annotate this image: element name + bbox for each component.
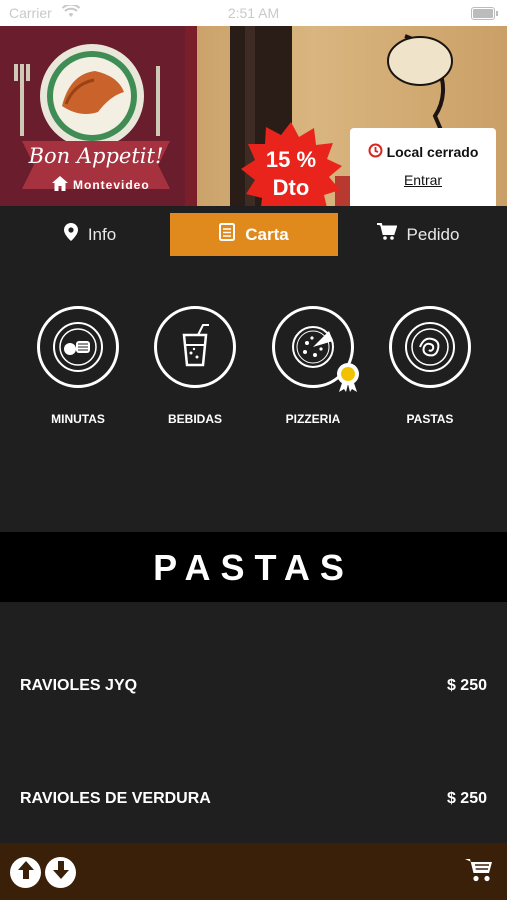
status-bar: Carrier 2:51 AM: [0, 0, 507, 26]
tab-bar: Info Carta Pedido: [0, 206, 507, 262]
scroll-down-button[interactable]: [45, 857, 76, 888]
home-icon: [52, 176, 68, 194]
tab-carta[interactable]: Carta: [170, 213, 338, 256]
location-row: Montevideo: [52, 176, 150, 194]
cart-icon: [376, 223, 397, 246]
battery-icon: [471, 7, 498, 20]
award-badge-icon: [335, 362, 361, 397]
menu-item-price: $ 250: [446, 790, 487, 807]
menu-list-icon: [219, 223, 236, 246]
cart-icon: [465, 859, 493, 887]
tab-info-label: Info: [87, 224, 117, 244]
category-bebidas-label: BEBIDAS: [167, 412, 222, 426]
menu-item-name: RAVIOLES DE VERDURA: [20, 790, 211, 807]
clock-icon: [368, 143, 383, 161]
tab-info[interactable]: Info: [12, 213, 168, 256]
arrow-up-icon: [17, 860, 35, 885]
section-header: PASTAS: [0, 532, 507, 602]
section-title: PASTAS: [153, 547, 354, 588]
category-pizzeria-label: PIZZERIA: [285, 412, 341, 426]
store-status: Local cerrado: [350, 143, 496, 161]
store-status-card: Local cerrado Entrar: [350, 128, 496, 206]
category-list: MINUTAS BEBIDAS PIZZERIA PASTAS: [0, 300, 507, 440]
discount-percent: 15 %: [265, 147, 317, 172]
pasta-bowl-icon: [389, 306, 471, 388]
drink-glass-icon: [154, 306, 236, 388]
header-banner: Bon Appetit! Montevideo 15 % Dto Local ce…: [0, 26, 507, 206]
scroll-up-button[interactable]: [10, 857, 41, 888]
arrow-down-icon: [52, 860, 70, 885]
store-status-text: Local cerrado: [386, 144, 479, 160]
menu-item-price: $ 250: [446, 677, 487, 694]
menu-item[interactable]: RAVIOLES DE VERDURA $ 250: [0, 785, 507, 815]
category-minutas[interactable]: MINUTAS: [23, 300, 133, 426]
brand-name: Bon Appetit!: [28, 144, 164, 168]
plate-food-icon: [37, 306, 119, 388]
discount-badge: 15 % Dto: [238, 122, 344, 206]
cart-button[interactable]: [465, 857, 493, 888]
menu-item-name: RAVIOLES JYQ: [20, 677, 138, 694]
footer-bar: [0, 843, 507, 900]
location-name: Montevideo: [73, 178, 150, 192]
tab-pedido[interactable]: Pedido: [340, 213, 496, 256]
pizza-icon: [272, 306, 359, 392]
enter-link[interactable]: Entrar: [350, 172, 496, 188]
category-pastas[interactable]: PASTAS: [375, 300, 485, 426]
location-pin-icon: [63, 223, 78, 246]
menu-item[interactable]: RAVIOLES JYQ $ 250: [0, 672, 507, 702]
category-bebidas[interactable]: BEBIDAS: [140, 300, 250, 426]
category-minutas-label: MINUTAS: [51, 412, 105, 426]
clock: 2:51 AM: [227, 5, 280, 21]
category-pastas-label: PASTAS: [406, 412, 454, 426]
category-pizzeria[interactable]: PIZZERIA: [258, 300, 368, 426]
tab-carta-label: Carta: [245, 224, 289, 244]
discount-label: Dto: [272, 175, 310, 200]
tab-pedido-label: Pedido: [406, 224, 460, 244]
